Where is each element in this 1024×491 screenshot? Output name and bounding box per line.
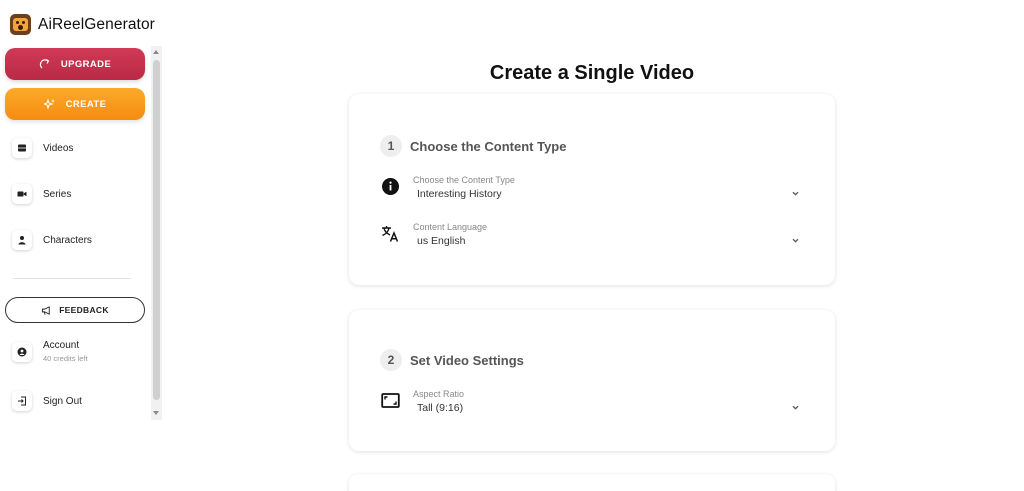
sign-out-button[interactable]: Sign Out [12,391,82,411]
sidebar-scrollbar[interactable] [151,46,162,420]
bear-logo-icon [10,14,31,35]
field-value: Tall (9:16) [417,402,464,414]
chevron-down-icon [792,405,799,410]
section-title: Set Video Settings [410,352,524,368]
person-icon [12,230,32,250]
sidebar-item-videos[interactable]: Videos [12,138,73,158]
brand-name: AiReelGenerator [38,15,155,33]
field-value: us English [417,235,466,247]
sidebar-item-series[interactable]: Series [12,184,71,204]
camera-icon [12,184,32,204]
feedback-button[interactable]: FEEDBACK [5,297,145,323]
field-value: Interesting History [417,188,502,200]
sidebar-divider [13,278,131,279]
scroll-down-arrow-icon[interactable] [153,411,159,415]
account-circle-icon [12,341,32,362]
chevron-down-icon [792,191,799,196]
sidebar-item-label: Series [43,188,72,200]
credits-left: 40 credits left [43,354,88,363]
sign-out-label: Sign Out [43,395,82,407]
create-button[interactable]: CREATE [5,88,145,120]
account-item[interactable]: Account 40 credits left [12,340,88,363]
step-number: 1 [380,135,402,157]
megaphone-icon [42,305,50,315]
info-icon [381,177,400,196]
sidebar: UPGRADE CREATE Videos Series Characters … [0,46,162,420]
next-section-card [349,474,835,491]
sidebar-item-label: Videos [43,142,74,154]
create-label: CREATE [65,98,107,110]
aspect-ratio-select[interactable]: Aspect Ratio Tall (9:16) [381,389,803,419]
sign-out-icon [12,391,32,411]
content-language-select[interactable]: Content Language us English [381,222,803,252]
content-type-card: 1 Choose the Content Type Choose the Con… [349,94,835,285]
translate-icon [381,224,400,243]
chevron-down-icon [792,238,799,243]
field-label: Choose the Content Type [413,175,515,185]
aspect-ratio-icon [381,391,400,410]
sidebar-item-label: Characters [43,234,92,246]
brand[interactable]: AiReelGenerator [10,14,155,35]
section-title: Choose the Content Type [410,138,567,154]
content-type-select[interactable]: Choose the Content Type Interesting Hist… [381,175,803,205]
account-label: Account [43,340,80,351]
video-settings-card: 2 Set Video Settings Aspect Ratio Tall (… [349,310,835,451]
scroll-up-arrow-icon[interactable] [153,50,159,54]
page-title: Create a Single Video [489,62,695,84]
feedback-label: FEEDBACK [59,305,109,315]
field-label: Aspect Ratio [413,389,465,399]
sparkle-icon [43,98,55,110]
section-header: 2 Set Video Settings [380,349,524,371]
sidebar-item-characters[interactable]: Characters [12,230,92,250]
scroll-thumb[interactable] [153,60,160,400]
film-icon [12,138,32,158]
section-header: 1 Choose the Content Type [380,135,566,157]
step-number: 2 [380,349,402,371]
field-label: Content Language [413,222,488,232]
